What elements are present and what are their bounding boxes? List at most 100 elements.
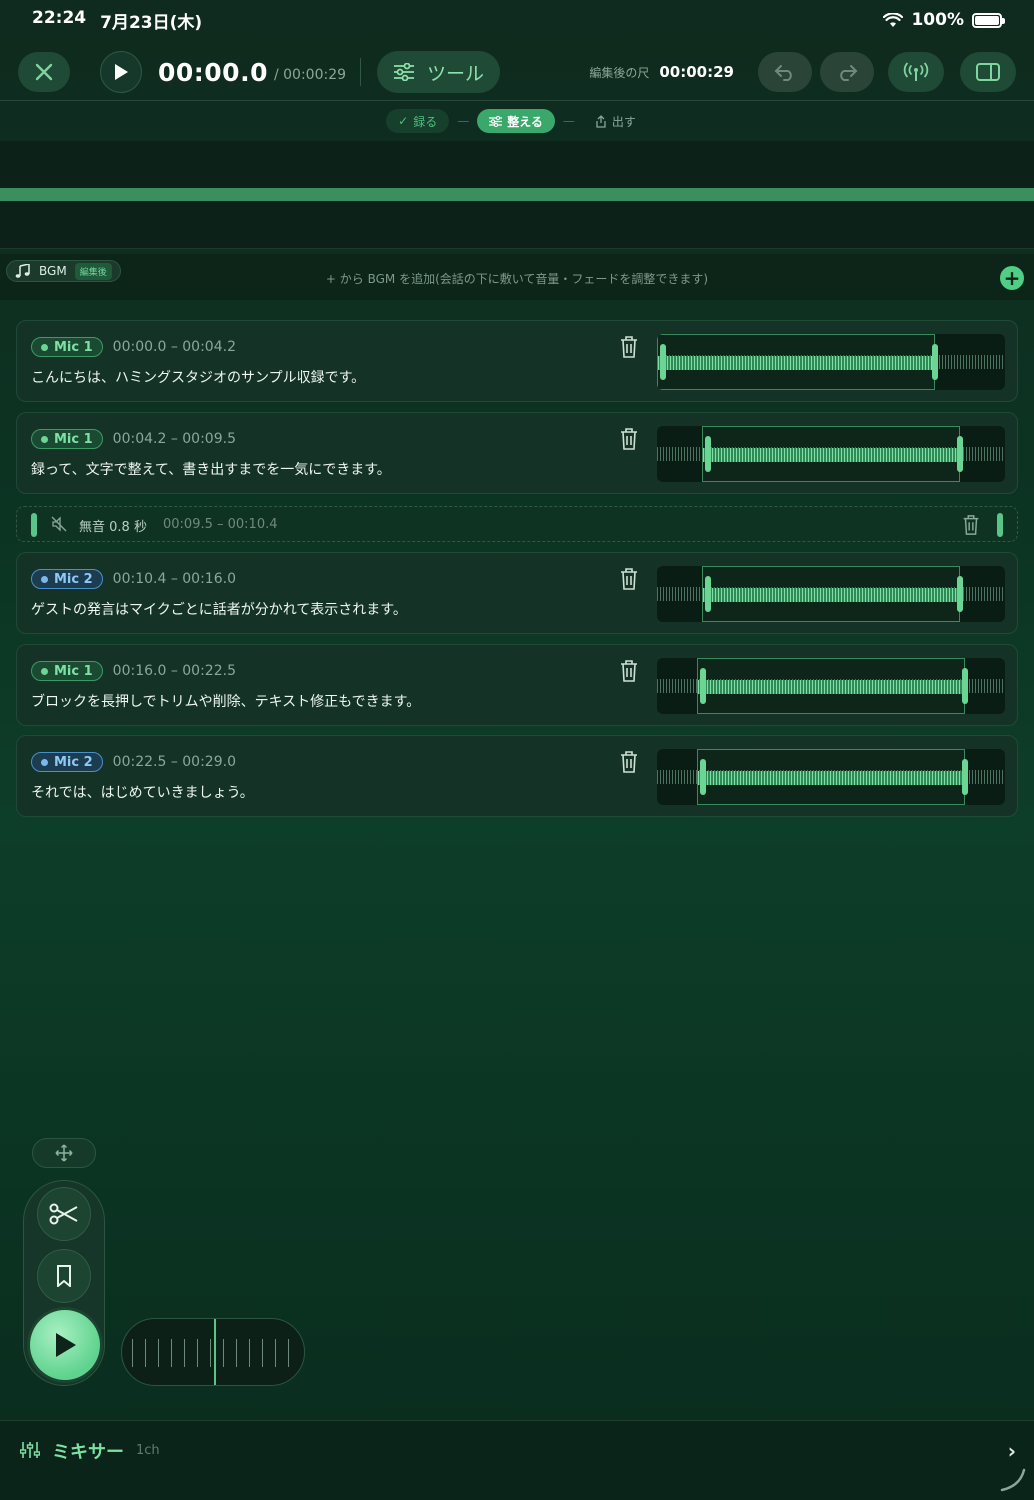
mic-badge: Mic 1	[31, 661, 103, 681]
block-text[interactable]: それでは、はじめていきましょう。	[31, 782, 254, 802]
bgm-hint: + から BGM を追加(会話の下に敷いて音量・フェードを調整できます)	[325, 272, 709, 286]
trash-icon[interactable]	[961, 514, 981, 536]
trash-icon[interactable]	[619, 567, 639, 591]
step-record-label: 録る	[413, 114, 438, 129]
add-bgm-button[interactable]: +	[1000, 266, 1024, 290]
sliders-icon	[489, 115, 503, 127]
mixer-icon	[20, 1442, 40, 1458]
wifi-icon	[883, 12, 904, 27]
step-edit[interactable]: 整える	[477, 109, 555, 133]
step-separator: —	[457, 114, 470, 128]
undo-button[interactable]	[758, 52, 812, 92]
transcript-block[interactable]: Mic 1 00:04.2 – 00:09.5 録って、文字で整えて、書き出すま…	[16, 412, 1018, 494]
block-time-range: 00:22.5 – 00:29.0	[112, 754, 236, 770]
sidebar-icon	[976, 63, 1000, 81]
trash-icon[interactable]	[619, 335, 639, 359]
tool-button[interactable]: ツール	[377, 51, 501, 93]
check-icon: ✓	[398, 114, 409, 128]
sidebar-toggle-button[interactable]	[960, 52, 1016, 92]
toolbar-divider	[0, 100, 1034, 101]
resize-corner-icon	[1000, 1468, 1026, 1492]
waveform-selection	[702, 566, 960, 622]
block-time-range: 00:10.4 – 00:16.0	[112, 571, 236, 587]
bookmark-icon	[57, 1265, 71, 1287]
mixer-label: ミキサー	[52, 1442, 124, 1463]
trim-handle-end[interactable]	[956, 436, 963, 472]
sliders-icon	[394, 63, 415, 81]
status-bar: 22:24 7月23日(木) 100%	[0, 0, 1034, 40]
battery-icon	[972, 12, 1005, 28]
cut-button[interactable]	[37, 1187, 91, 1241]
mic-badge: Mic 1	[31, 337, 103, 357]
waveform-selection	[697, 658, 965, 714]
plus-icon: +	[1003, 266, 1021, 290]
scrubber-playhead	[214, 1319, 216, 1385]
step-export-label: 出す	[611, 114, 636, 129]
block-text[interactable]: 録って、文字で整えて、書き出すまでを一気にできます。	[31, 459, 391, 479]
trim-handle-end[interactable]	[961, 759, 968, 795]
step-export[interactable]: 出す	[583, 109, 648, 133]
silence-label: 無音 0.8 秒	[79, 520, 147, 535]
waveform[interactable]	[657, 749, 1005, 805]
current-time: 00:00.0	[158, 57, 268, 87]
silence-handle-start[interactable]	[31, 513, 37, 537]
waveform[interactable]	[657, 426, 1005, 482]
waveform[interactable]	[657, 566, 1005, 622]
redo-button[interactable]	[820, 52, 874, 92]
silence-handle-end[interactable]	[997, 513, 1003, 537]
play-icon	[56, 1333, 76, 1357]
waveform[interactable]	[657, 658, 1005, 714]
transcript-block[interactable]: Mic 2 00:22.5 – 00:29.0 それでは、はじめていきましょう。	[16, 735, 1018, 817]
block-time-range: 00:04.2 – 00:09.5	[112, 431, 236, 447]
broadcast-button[interactable]	[888, 52, 944, 92]
trim-handle-start[interactable]	[705, 436, 712, 472]
trash-icon[interactable]	[619, 659, 639, 683]
edited-length-value: 00:00:29	[659, 63, 734, 81]
scissors-icon	[49, 1203, 78, 1225]
silence-block[interactable]: 無音 0.8 秒 00:09.5 – 00:10.4	[16, 506, 1018, 542]
main-play-button[interactable]	[30, 1310, 100, 1380]
bgm-row: BGM 編集後 + から BGM を追加(会話の下に敷いて音量・フェードを調整で…	[0, 254, 1034, 300]
move-icon	[55, 1144, 73, 1162]
step-separator: —	[562, 114, 575, 128]
status-date: 7月23日(木)	[100, 12, 203, 33]
mute-icon	[51, 516, 67, 532]
transcript-block[interactable]: Mic 1 00:00.0 – 00:04.2 こんにちは、ハミングスタジオのサ…	[16, 320, 1018, 402]
trim-handle-end[interactable]	[932, 344, 939, 380]
undo-icon	[774, 65, 792, 81]
block-text[interactable]: こんにちは、ハミングスタジオのサンプル収録です。	[31, 367, 365, 387]
trim-handle-start[interactable]	[700, 759, 707, 795]
redo-icon	[840, 65, 858, 81]
trim-handle-end[interactable]	[956, 576, 963, 612]
block-text[interactable]: ゲストの発言はマイクごとに話者が分かれて表示されます。	[31, 599, 407, 619]
chevron-right-icon[interactable]: ›	[1008, 1439, 1016, 1463]
timeline-overview[interactable]	[0, 141, 1034, 249]
waveform[interactable]	[657, 334, 1005, 390]
block-time-range: 00:16.0 – 00:22.5	[112, 663, 236, 679]
battery-percent: 100%	[911, 10, 964, 30]
close-button[interactable]	[18, 52, 70, 92]
trim-handle-end[interactable]	[961, 668, 968, 704]
waveform-selection	[697, 749, 965, 805]
trash-icon[interactable]	[619, 427, 639, 451]
mic-badge: Mic 2	[31, 569, 103, 589]
mixer-bar[interactable]: ミキサー 1ch ›	[0, 1420, 1034, 1500]
trim-handle-start[interactable]	[705, 576, 712, 612]
trash-icon[interactable]	[619, 750, 639, 774]
trim-handle-start[interactable]	[660, 344, 666, 380]
transcript-block[interactable]: Mic 1 00:16.0 – 00:22.5 ブロックを長押しでトリムや削除、…	[16, 644, 1018, 726]
mixer-channel-count: 1ch	[136, 1443, 160, 1458]
jog-scrubber[interactable]	[121, 1318, 305, 1386]
move-handle[interactable]	[32, 1138, 96, 1168]
mic-badge: Mic 2	[31, 752, 103, 772]
transcript-block[interactable]: Mic 2 00:10.4 – 00:16.0 ゲストの発言はマイクごとに話者が…	[16, 552, 1018, 634]
bookmark-button[interactable]	[37, 1249, 91, 1303]
timeline-track	[0, 188, 1034, 201]
tool-label: ツール	[427, 62, 485, 85]
step-record[interactable]: ✓ 録る	[386, 109, 450, 133]
play-button[interactable]	[100, 51, 142, 93]
block-text[interactable]: ブロックを長押しでトリムや削除、テキスト修正もできます。	[31, 691, 420, 711]
trim-handle-start[interactable]	[700, 668, 707, 704]
step-edit-label: 整える	[507, 114, 543, 129]
toolbar: 00:00.0 / 00:00:29 ツール 編集後の尺 00:00:29	[0, 44, 1034, 100]
